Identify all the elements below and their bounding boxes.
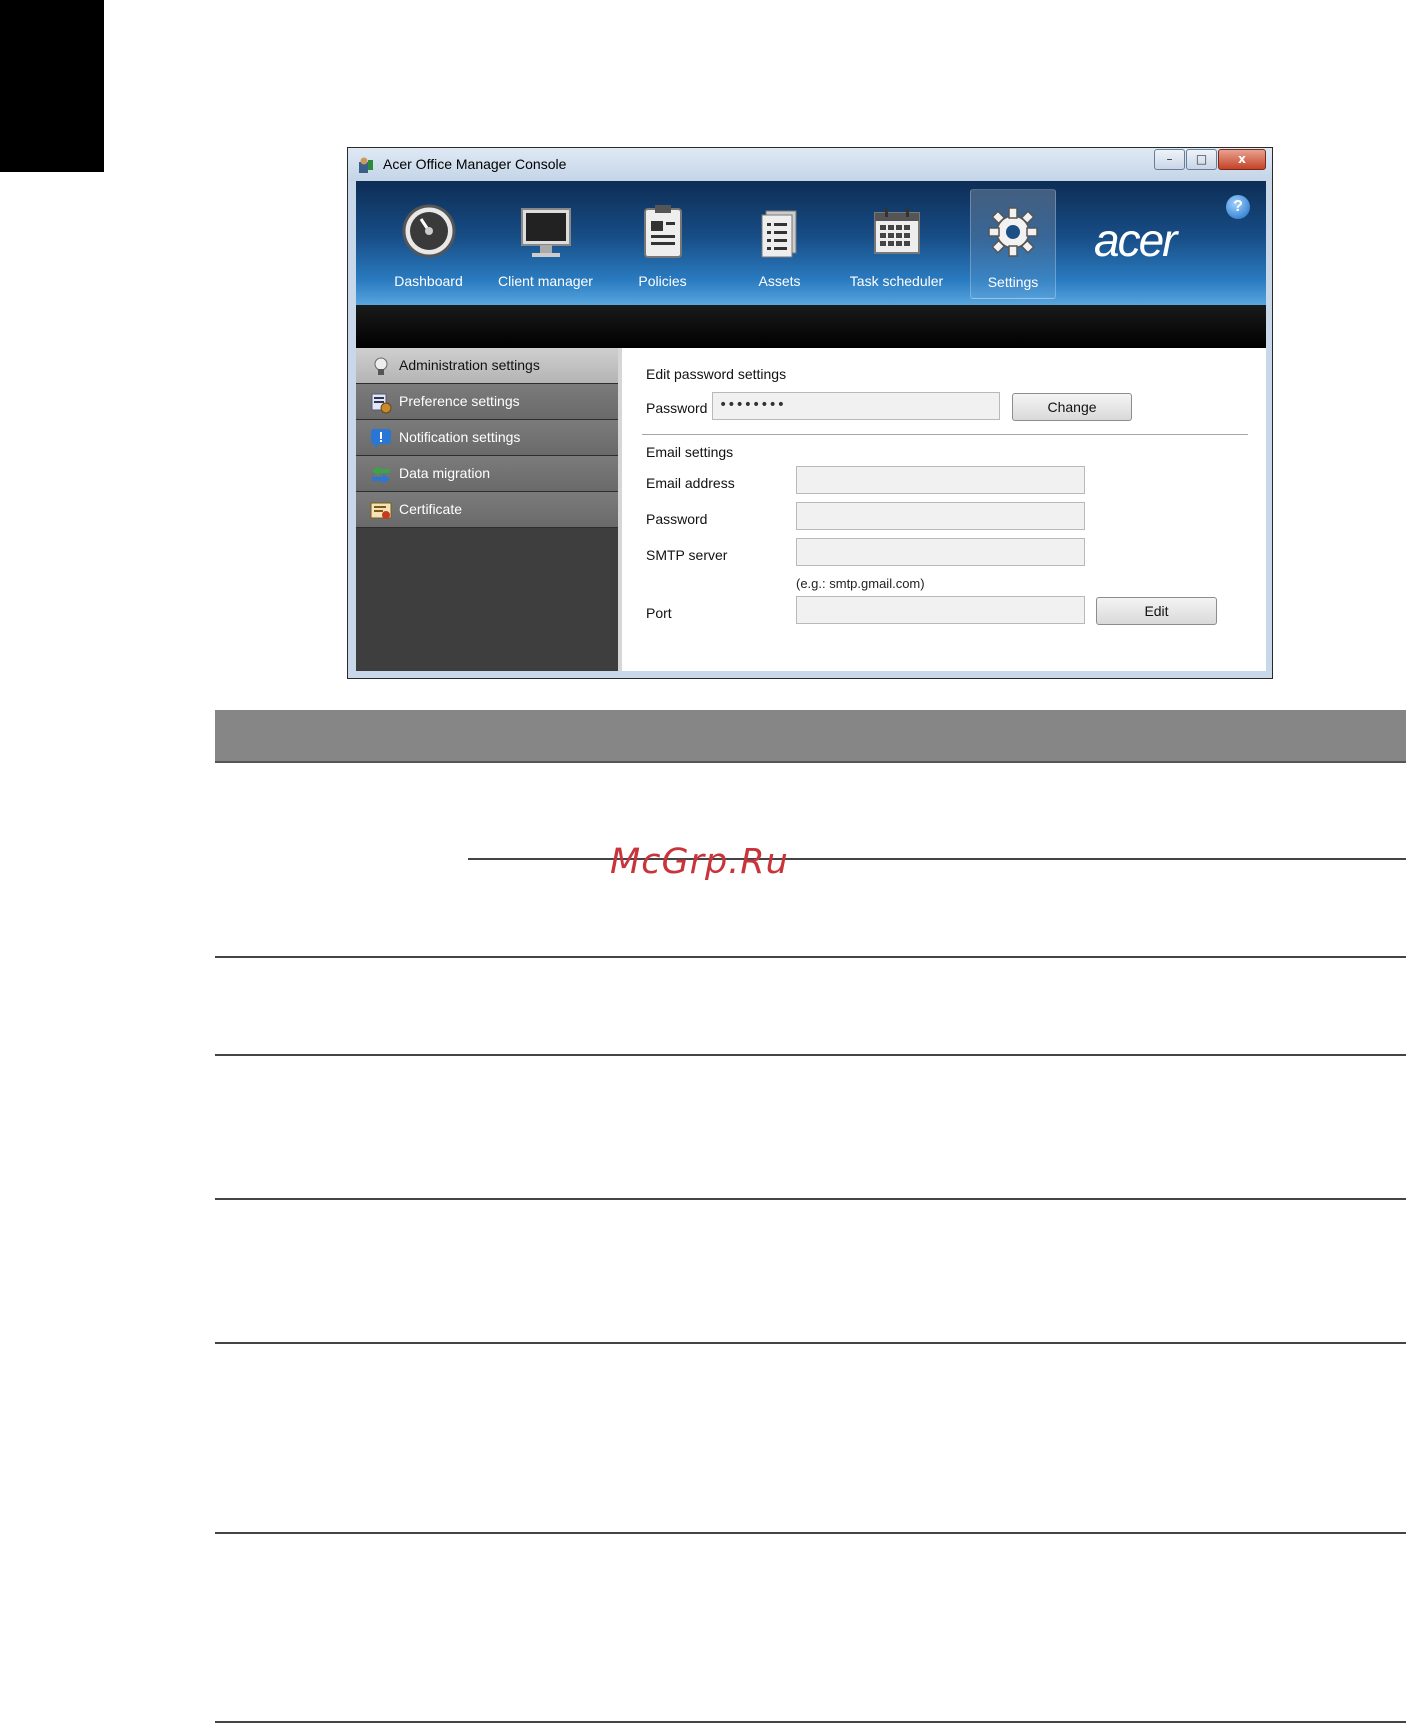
nav-label: Policies bbox=[638, 273, 687, 289]
corner-block bbox=[0, 0, 104, 172]
clipboard-icon bbox=[643, 205, 682, 258]
nav-label: Settings bbox=[987, 274, 1039, 290]
port-label: Port bbox=[646, 605, 672, 621]
sidebar-item-certificate[interactable]: Certificate bbox=[356, 492, 618, 528]
monitor-icon bbox=[520, 208, 571, 257]
preferences-icon bbox=[371, 393, 392, 414]
rule-line bbox=[468, 858, 1406, 860]
section-title-password: Edit password settings bbox=[646, 366, 787, 382]
migration-arrows-icon bbox=[372, 466, 390, 484]
rule-line bbox=[215, 1532, 1406, 1534]
password-label: Password bbox=[646, 400, 708, 416]
section-title-email: Email settings bbox=[646, 444, 734, 460]
rule-line bbox=[215, 1198, 1406, 1200]
section-divider bbox=[642, 434, 1248, 435]
sidebar-item-preference-settings[interactable]: Preference settings bbox=[356, 384, 618, 420]
nav-dashboard[interactable]: Dashboard bbox=[370, 189, 487, 299]
sidebar-item-label: Preference settings bbox=[399, 393, 520, 409]
port-field[interactable] bbox=[796, 596, 1085, 624]
app-icon bbox=[359, 157, 373, 173]
email-address-field[interactable] bbox=[796, 466, 1085, 494]
rule-line bbox=[215, 1721, 1406, 1723]
nav-settings[interactable]: Settings bbox=[970, 189, 1056, 299]
smtp-hint: (e.g.: smtp.gmail.com) bbox=[796, 576, 925, 591]
sidebar-item-label: Administration settings bbox=[399, 357, 540, 373]
admin-password-field[interactable]: •••••••• bbox=[712, 392, 1000, 420]
notification-icon bbox=[371, 429, 391, 449]
title-bar: Acer Office Manager Console – □ x bbox=[348, 148, 1272, 181]
edit-button[interactable]: Edit bbox=[1096, 597, 1217, 625]
table-header-band bbox=[215, 710, 1406, 763]
nav-label: Client manager bbox=[498, 273, 593, 289]
help-icon[interactable]: ? bbox=[1226, 195, 1250, 219]
acer-logo: acer bbox=[1094, 214, 1177, 266]
app-window: Acer Office Manager Console – □ x Dashbo… bbox=[347, 147, 1273, 679]
settings-sidebar: Administration settings Preference setti… bbox=[356, 348, 618, 671]
nav-assets[interactable]: Assets bbox=[721, 189, 838, 299]
sidebar-item-label: Notification settings bbox=[399, 429, 521, 445]
rule-line bbox=[215, 1342, 1406, 1344]
lightbulb-icon bbox=[374, 357, 388, 375]
settings-content: Edit password settings Password ••••••••… bbox=[618, 348, 1266, 671]
nav-client-manager[interactable]: Client manager bbox=[487, 189, 604, 299]
watermark: McGrp.Ru bbox=[610, 842, 789, 882]
minimize-button[interactable]: – bbox=[1154, 149, 1185, 170]
nav-task-scheduler[interactable]: Task scheduler bbox=[838, 189, 955, 299]
main-toolbar: Dashboard Client manager Policies Assets… bbox=[356, 181, 1266, 305]
sidebar-item-label: Certificate bbox=[399, 501, 463, 517]
email-address-label: Email address bbox=[646, 475, 735, 491]
rule-line bbox=[215, 956, 1406, 958]
dashboard-icon bbox=[402, 204, 455, 258]
sidebar-item-notification-settings[interactable]: Notification settings bbox=[356, 420, 618, 456]
calendar-icon bbox=[873, 207, 920, 254]
email-password-field[interactable] bbox=[796, 502, 1085, 530]
email-password-label: Password bbox=[646, 511, 708, 527]
nav-label: Dashboard bbox=[394, 273, 463, 289]
toolbar-divider bbox=[356, 305, 1266, 348]
window-title: Acer Office Manager Console bbox=[383, 156, 567, 172]
nav-label: Task scheduler bbox=[849, 273, 944, 289]
nav-label: Assets bbox=[758, 273, 801, 289]
document-list-icon bbox=[761, 210, 796, 258]
sidebar-item-data-migration[interactable]: Data migration bbox=[356, 456, 618, 492]
smtp-server-label: SMTP server bbox=[646, 547, 728, 563]
change-button[interactable]: Change bbox=[1012, 393, 1132, 421]
maximize-button[interactable]: □ bbox=[1186, 149, 1217, 170]
gear-icon bbox=[988, 207, 1038, 257]
rule-line bbox=[215, 1054, 1406, 1056]
smtp-server-field[interactable] bbox=[796, 538, 1085, 566]
close-button[interactable]: x bbox=[1218, 149, 1266, 170]
certificate-icon bbox=[370, 502, 392, 519]
sidebar-item-administration-settings[interactable]: Administration settings bbox=[356, 348, 618, 384]
nav-policies[interactable]: Policies bbox=[604, 189, 721, 299]
sidebar-item-label: Data migration bbox=[399, 465, 491, 481]
